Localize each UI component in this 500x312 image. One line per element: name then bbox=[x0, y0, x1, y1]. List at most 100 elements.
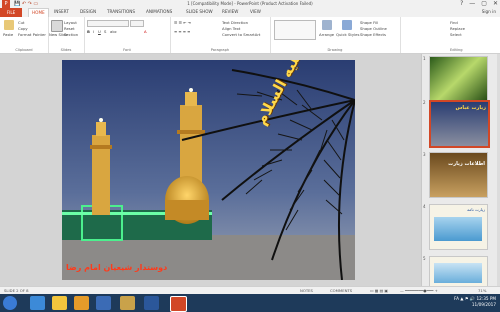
internet-explorer-icon[interactable] bbox=[30, 296, 45, 310]
reset-button[interactable]: Reset bbox=[64, 26, 75, 31]
quick-styles-button[interactable]: Quick Styles bbox=[336, 32, 359, 37]
view-buttons[interactable]: ▭ ▦ ▤ ▣ bbox=[370, 288, 388, 293]
drawing-group-label: Drawing bbox=[327, 48, 343, 52]
align-icons[interactable]: ≡ ≡ ≡ ≡ bbox=[174, 29, 190, 34]
maximize-button[interactable]: ▢ bbox=[481, 0, 487, 7]
drawing-group: Arrange Quick Styles Shape Fill Shape Ou… bbox=[270, 17, 401, 53]
ribbon: Paste Cut Copy Format Painter Clipboard … bbox=[0, 17, 500, 54]
tab-view[interactable]: VIEW bbox=[250, 9, 261, 14]
font-size-dropdown[interactable] bbox=[130, 20, 144, 27]
find-button[interactable]: Find bbox=[450, 20, 458, 25]
thumbnail-number: 2 bbox=[423, 100, 426, 105]
paste-button[interactable]: Paste bbox=[3, 32, 13, 37]
section-button[interactable]: Section bbox=[64, 32, 78, 37]
thumbnail-3-title: اطلاعات زيارت bbox=[448, 161, 485, 167]
font-color-icon[interactable]: A bbox=[144, 29, 147, 34]
shapes-gallery[interactable] bbox=[274, 20, 316, 40]
tab-slide-show[interactable]: SLIDE SHOW bbox=[186, 9, 213, 14]
copy-button[interactable]: Copy bbox=[18, 26, 28, 31]
slide-thumbnail-3[interactable]: اطلاعات زيارت bbox=[429, 152, 488, 198]
language-indicator[interactable]: FA bbox=[454, 296, 459, 301]
slide-background-image bbox=[62, 60, 355, 280]
slide-thumbnail-2[interactable]: زيارت عباس bbox=[429, 100, 490, 148]
slide-editing-area: زيارت عباس عليه السلام دوستدار شیعیان ام… bbox=[0, 54, 421, 294]
title-bar: P 💾 ↶ ↷ ▭ 1 [Compatibility Mode] - Power… bbox=[0, 0, 500, 8]
clipboard-group: Paste Cut Copy Format Painter Clipboard bbox=[0, 17, 49, 53]
minimize-button[interactable]: — bbox=[469, 0, 475, 7]
editing-group-label: Editing bbox=[450, 48, 463, 52]
file-explorer-icon[interactable] bbox=[74, 296, 89, 310]
powerpoint-taskbar-icon[interactable] bbox=[170, 296, 187, 312]
slides-group: New Slide Layout Reset Section Slides bbox=[48, 17, 85, 53]
zoom-slider[interactable]: — ━━━━━━━━●━━━ + bbox=[400, 288, 438, 293]
bullets-icon[interactable]: ☰ ☰ ⇤ ⇥ bbox=[174, 20, 191, 25]
thumbnail-number: 5 bbox=[423, 256, 426, 261]
comments-button[interactable]: COMMENTS bbox=[330, 288, 352, 293]
quick-styles-icon[interactable] bbox=[342, 20, 352, 30]
notes-button[interactable]: NOTES bbox=[300, 288, 313, 293]
strikethrough-icon[interactable]: abc bbox=[110, 29, 117, 34]
shadow-icon[interactable]: S bbox=[104, 29, 106, 34]
text-direction-button[interactable]: Text Direction bbox=[222, 20, 248, 25]
slide-thumbnail-1[interactable] bbox=[429, 56, 488, 102]
tab-review[interactable]: REVIEW bbox=[222, 9, 238, 14]
tab-home[interactable]: HOME bbox=[28, 8, 49, 17]
clock-date[interactable]: 11/09/2017 bbox=[454, 302, 496, 308]
slide-count: SLIDE 2 OF 8 bbox=[4, 288, 29, 293]
clock-time[interactable]: 12:35 PM bbox=[476, 296, 496, 301]
slide-thumbnail-4[interactable]: زيارت نامه bbox=[429, 204, 488, 250]
word-icon[interactable] bbox=[144, 296, 159, 310]
thumbnail-4-image bbox=[434, 217, 482, 241]
slides-group-label: Slides bbox=[60, 48, 72, 52]
thumbnail-4-title: زيارت نامه bbox=[467, 207, 485, 212]
format-painter-button[interactable]: Format Painter bbox=[18, 32, 46, 37]
paragraph-group-label: Paragraph bbox=[210, 48, 230, 52]
powerpoint-app-icon[interactable]: P bbox=[2, 0, 10, 8]
new-slide-icon[interactable] bbox=[51, 20, 63, 32]
sign-in-link[interactable]: Sign in bbox=[482, 9, 496, 14]
shape-effects-button[interactable]: Shape Effects bbox=[360, 32, 386, 37]
layout-button[interactable]: Layout bbox=[64, 20, 77, 25]
start-button-icon[interactable] bbox=[3, 296, 17, 310]
folder-icon[interactable] bbox=[120, 296, 135, 310]
slide-thumbnail-5[interactable] bbox=[429, 256, 488, 290]
tab-insert[interactable]: INSERT bbox=[54, 9, 69, 14]
font-group: B I U S abc A Font bbox=[84, 17, 171, 53]
tab-file[interactable]: FILE bbox=[0, 8, 22, 17]
thumbnail-number: 3 bbox=[423, 152, 426, 157]
shape-fill-button[interactable]: Shape Fill bbox=[360, 20, 378, 25]
thumbnail-number: 1 bbox=[423, 56, 426, 61]
media-player-icon[interactable] bbox=[96, 296, 111, 310]
italic-icon[interactable]: I bbox=[93, 29, 94, 34]
align-text-button[interactable]: Align Text bbox=[222, 26, 240, 31]
zoom-level[interactable]: 71% bbox=[478, 288, 486, 293]
select-button[interactable]: Select bbox=[450, 32, 462, 37]
quick-access-toolbar[interactable]: 💾 ↶ ↷ ▭ bbox=[14, 1, 38, 7]
help-button[interactable]: ? bbox=[460, 0, 463, 7]
close-button[interactable]: ✕ bbox=[493, 0, 498, 7]
arrange-icon[interactable] bbox=[322, 20, 332, 30]
replace-button[interactable]: Replace bbox=[450, 26, 465, 31]
smartart-button[interactable]: Convert to SmartArt bbox=[222, 32, 260, 37]
tab-animations[interactable]: ANIMATIONS bbox=[146, 9, 172, 14]
underline-icon[interactable]: U bbox=[98, 29, 101, 34]
shape-outline-button[interactable]: Shape Outline bbox=[360, 26, 387, 31]
cut-button[interactable]: Cut bbox=[18, 20, 25, 25]
font-group-label: Font bbox=[123, 48, 131, 52]
bold-icon[interactable]: B bbox=[87, 29, 90, 34]
chrome-icon[interactable] bbox=[52, 296, 67, 310]
windows-taskbar: FA ▲ ⚑ 🔊 12:35 PM 11/09/2017 bbox=[0, 294, 500, 312]
thumbnail-5-image bbox=[434, 263, 482, 283]
paragraph-group: ☰ ☰ ⇤ ⇥ ≡ ≡ ≡ ≡ Text Direction Align Tex… bbox=[170, 17, 271, 53]
tab-transitions[interactable]: TRANSITIONS bbox=[107, 9, 135, 14]
slide-thumbnails-pane: 1 2 زيارت عباس 3 اطلاعات زيارت 4 زيارت ن… bbox=[421, 54, 500, 294]
font-name-dropdown[interactable] bbox=[87, 20, 129, 27]
editing-group: Find Replace Select Editing bbox=[400, 17, 500, 53]
arrange-button[interactable]: Arrange bbox=[319, 32, 334, 37]
slide-bottom-text[interactable]: دوستدار شیعیان امام رضا bbox=[66, 263, 167, 272]
current-slide[interactable]: زيارت عباس عليه السلام دوستدار شیعیان ام… bbox=[62, 60, 355, 280]
paste-icon[interactable] bbox=[4, 20, 14, 30]
tab-design[interactable]: DESIGN bbox=[80, 9, 96, 14]
window-title: 1 [Compatibility Mode] - PowerPoint (Pro… bbox=[187, 1, 313, 6]
system-tray[interactable]: FA ▲ ⚑ 🔊 12:35 PM 11/09/2017 bbox=[454, 296, 496, 308]
